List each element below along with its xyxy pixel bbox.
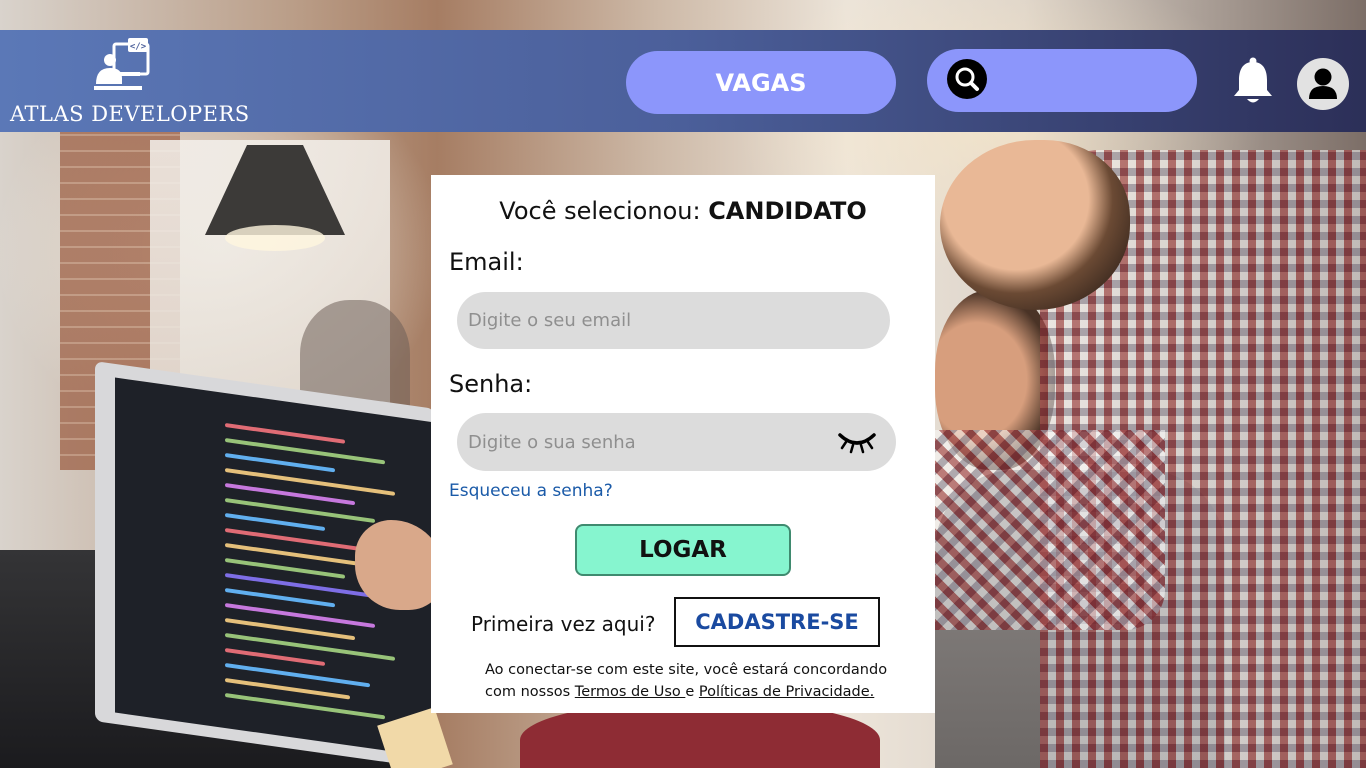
closed-eye-icon[interactable] [837,429,877,455]
logo-text: ATLAS DEVELOPERS [10,102,250,126]
terms-and-text: e [685,684,699,700]
background-lamp-glow [225,225,325,251]
top-header: </> ATLAS DEVELOPERS VAGAS [0,30,1366,132]
vagas-button[interactable]: VAGAS [626,51,896,114]
login-button[interactable]: LOGAR [575,524,791,576]
privacy-policy-link[interactable]: Políticas de Privacidade. [699,684,874,700]
terms-notice: Ao conectar-se com este site, você estar… [485,659,905,703]
selected-role-value: CANDIDATO [708,197,867,225]
selected-role-prefix: Você selecionou: [499,197,709,225]
selected-role-text: Você selecionou: CANDIDATO [431,197,935,225]
search-icon[interactable] [946,58,988,100]
background-man-standing-arm [935,430,1165,630]
search-input[interactable] [997,61,1182,99]
search-bar[interactable] [927,49,1197,112]
email-label: Email: [449,248,524,276]
site-logo[interactable]: </> ATLAS DEVELOPERS [10,36,250,128]
login-card: Você selecionou: CANDIDATO Email: Senha:… [431,175,935,713]
developer-computer-icon: </> [94,38,150,90]
signup-button[interactable]: CADASTRE-SE [674,597,880,647]
bell-icon[interactable] [1230,56,1276,106]
terms-of-use-link[interactable]: Termos de Uso [575,684,686,700]
svg-text:</>: </> [130,42,147,52]
background-man-standing-head [940,140,1130,310]
first-time-text: Primeira vez aqui? [471,612,656,636]
user-avatar-icon [1309,68,1337,99]
password-label: Senha: [449,370,533,398]
user-avatar[interactable] [1297,58,1349,110]
forgot-password-link[interactable]: Esqueceu a senha? [449,481,613,501]
password-field[interactable] [457,413,896,471]
email-field[interactable] [457,292,890,349]
